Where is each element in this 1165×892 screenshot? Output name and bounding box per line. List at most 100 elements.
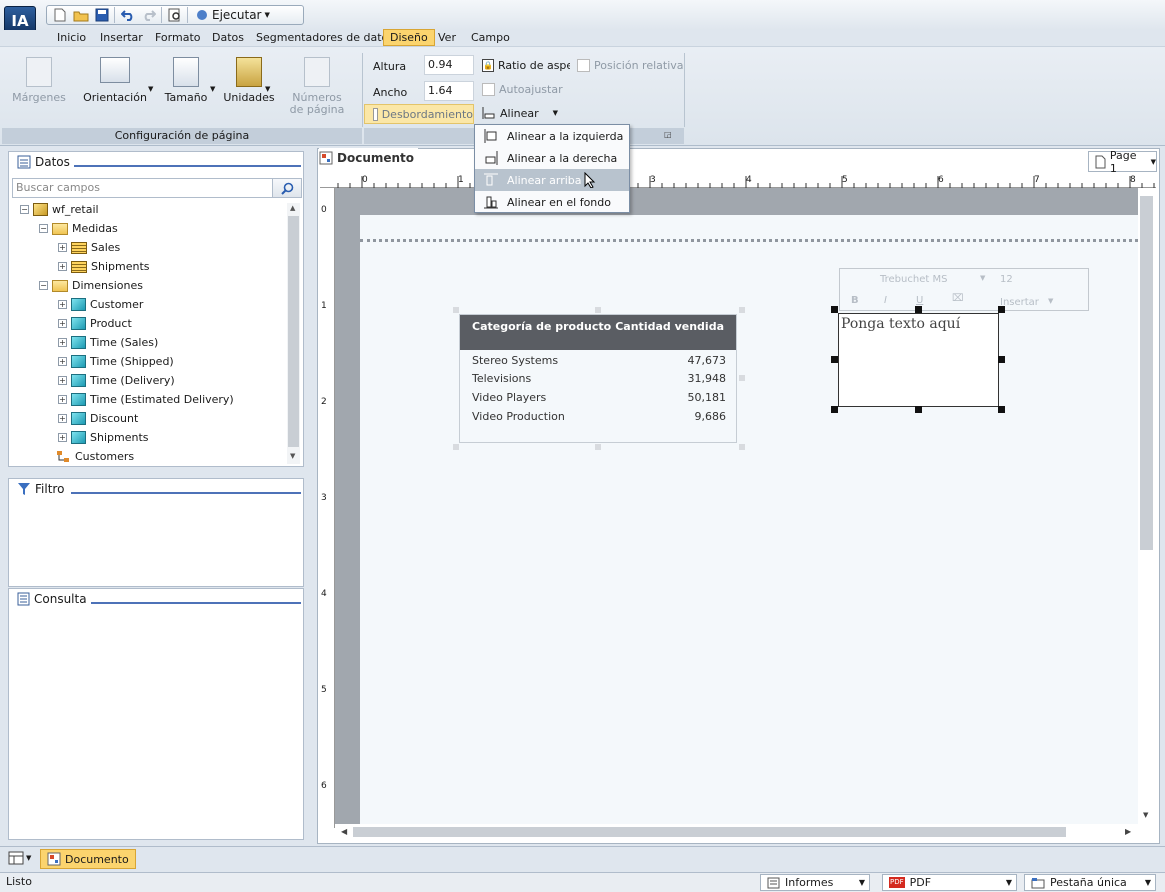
align-button[interactable]: Alinear ▼: [482, 103, 558, 123]
undo-icon[interactable]: [119, 7, 136, 23]
resize-handle[interactable]: [595, 307, 601, 313]
height-input[interactable]: 0.94: [424, 55, 474, 75]
resize-handle[interactable]: [595, 444, 601, 450]
search-fields-input[interactable]: Buscar campos: [12, 178, 302, 198]
margins-icon: [26, 57, 52, 87]
align-top-item[interactable]: Alinear arriba: [475, 169, 629, 191]
page-numbers-button: Números de página: [284, 57, 350, 116]
align-left-item[interactable]: Alinear a la izquierda: [475, 125, 629, 147]
menu-segmentadores[interactable]: Segmentadores de datos: [256, 30, 394, 46]
resize-handle[interactable]: [915, 406, 922, 413]
aspect-ratio-button[interactable]: 🔒 Ratio de aspe: [482, 55, 570, 75]
menu-datos[interactable]: Datos: [212, 30, 244, 46]
units-dropdown-icon[interactable]: ▼: [265, 85, 270, 93]
tree-scrollbar-thumb[interactable]: [288, 216, 299, 447]
font-dropdown-icon: ▼: [980, 274, 986, 282]
resize-handle[interactable]: [998, 306, 1005, 313]
menu-formato[interactable]: Formato: [155, 30, 201, 46]
run-dropdown-icon[interactable]: ▼: [265, 11, 270, 19]
tab-mode-dropdown-icon[interactable]: ▼: [1145, 878, 1151, 887]
resize-handle[interactable]: [831, 356, 838, 363]
resize-handle[interactable]: [998, 356, 1005, 363]
orientation-button[interactable]: Orientación: [83, 57, 147, 104]
open-folder-icon[interactable]: [72, 7, 89, 23]
orientation-dropdown-icon[interactable]: ▼: [148, 85, 153, 93]
new-document-icon[interactable]: [51, 7, 68, 23]
page-dropdown-icon[interactable]: ▼: [1151, 158, 1156, 166]
resize-handle[interactable]: [998, 406, 1005, 413]
column-header[interactable]: Cantidad vendida: [615, 320, 724, 333]
data-panel-tab[interactable]: Datos: [17, 155, 74, 169]
scroll-right-icon[interactable]: ▶: [1125, 827, 1131, 836]
canvas-horizontal-scrollbar-thumb[interactable]: [353, 827, 1066, 837]
page-label: Page 1: [1109, 148, 1137, 175]
scroll-down-icon[interactable]: ▼: [1143, 811, 1148, 819]
tree-node-dimension[interactable]: + Shipments: [58, 428, 149, 447]
dialog-launcher-icon[interactable]: ◲: [664, 130, 672, 139]
scroll-left-icon[interactable]: ◀: [341, 827, 347, 836]
reports-dropdown-icon[interactable]: ▼: [859, 878, 865, 887]
run-button[interactable]: Ejecutar ▼: [192, 8, 273, 22]
tree-node-measure[interactable]: + Sales: [58, 238, 120, 257]
tree-node-dimension[interactable]: + Customer: [58, 295, 143, 314]
tree-node-dimension[interactable]: + Time (Estimated Delivery): [58, 390, 234, 409]
resize-handle[interactable]: [831, 306, 838, 313]
resize-handle[interactable]: [739, 307, 745, 313]
tree-node-dimension[interactable]: + Product: [58, 314, 132, 333]
menu-insertar[interactable]: Insertar: [100, 30, 143, 46]
tree-node-dimensions[interactable]: − Dimensiones: [39, 276, 143, 295]
canvas-vertical-scrollbar-thumb[interactable]: [1140, 196, 1153, 550]
size-dropdown-icon[interactable]: ▼: [210, 85, 215, 93]
tree-node-measure[interactable]: + Shipments: [58, 257, 150, 276]
tree-node-measures[interactable]: − Medidas: [39, 219, 118, 238]
align-dropdown-icon[interactable]: ▼: [553, 109, 558, 117]
tree-node-root[interactable]: − wf_retail: [20, 200, 99, 219]
output-format-select[interactable]: PDF PDF ▼: [882, 874, 1017, 891]
menu-bar: Inicio Insertar Formato Datos Segmentado…: [0, 29, 1165, 46]
tab-mode-select[interactable]: Pestaña única ▼: [1024, 874, 1156, 891]
tree-node-dimension[interactable]: + Time (Delivery): [58, 371, 175, 390]
menu-ver[interactable]: Ver: [438, 30, 456, 46]
document-bottom-tab[interactable]: Documento: [40, 849, 136, 869]
resize-handle[interactable]: [739, 375, 745, 381]
resize-handle[interactable]: [831, 406, 838, 413]
menu-inicio[interactable]: Inicio: [57, 30, 86, 46]
reports-select[interactable]: Informes ▼: [760, 874, 870, 891]
view-dropdown-icon[interactable]: ▼: [26, 854, 31, 862]
resize-handle[interactable]: [915, 306, 922, 313]
table-row[interactable]: Stereo Systems 47,673: [472, 354, 726, 373]
resize-handle[interactable]: [453, 307, 459, 313]
view-switcher[interactable]: ▼: [8, 851, 31, 865]
resize-handle[interactable]: [453, 444, 459, 450]
query-panel-tab[interactable]: Consulta: [17, 592, 91, 606]
units-button[interactable]: Unidades: [223, 57, 275, 104]
align-right-item[interactable]: Alinear a la derecha: [475, 147, 629, 169]
resize-handle[interactable]: [739, 444, 745, 450]
menu-diseno[interactable]: Diseño: [383, 29, 435, 46]
report-table[interactable]: Categoría de producto Cantidad vendida S…: [459, 314, 737, 443]
preview-icon[interactable]: [166, 7, 183, 23]
size-button[interactable]: Tamaño: [163, 57, 209, 104]
scroll-down-icon[interactable]: ▼: [290, 452, 295, 460]
tree-node-dimension[interactable]: + Time (Shipped): [58, 352, 174, 371]
search-button[interactable]: [272, 178, 302, 198]
scroll-up-icon[interactable]: ▲: [290, 204, 295, 212]
column-header[interactable]: Categoría de producto: [472, 320, 611, 333]
filter-panel-tab[interactable]: Filtro: [17, 482, 69, 496]
output-format-dropdown-icon[interactable]: ▼: [1006, 878, 1012, 887]
tree-node-dimension[interactable]: + Discount: [58, 409, 138, 428]
page-selector[interactable]: Page 1 ▼: [1088, 148, 1157, 175]
overflow-button: Desbordamiento: [364, 104, 474, 124]
document-tab[interactable]: Documento: [319, 148, 419, 168]
table-row[interactable]: Video Players 50,181: [472, 391, 726, 410]
table-row[interactable]: Video Production 9,686: [472, 410, 726, 429]
text-box[interactable]: Ponga texto aquí: [838, 313, 999, 407]
width-input[interactable]: 1.64: [424, 81, 474, 101]
save-icon[interactable]: [93, 7, 110, 23]
table-row[interactable]: Televisions 31,948: [472, 372, 726, 391]
align-bottom-item[interactable]: Alinear en el fondo: [475, 191, 629, 213]
tree-node-hierarchy[interactable]: Customers: [56, 447, 134, 466]
menu-campo[interactable]: Campo: [471, 30, 510, 46]
ruler-label: 4: [321, 589, 327, 599]
tree-node-dimension[interactable]: + Time (Sales): [58, 333, 158, 352]
